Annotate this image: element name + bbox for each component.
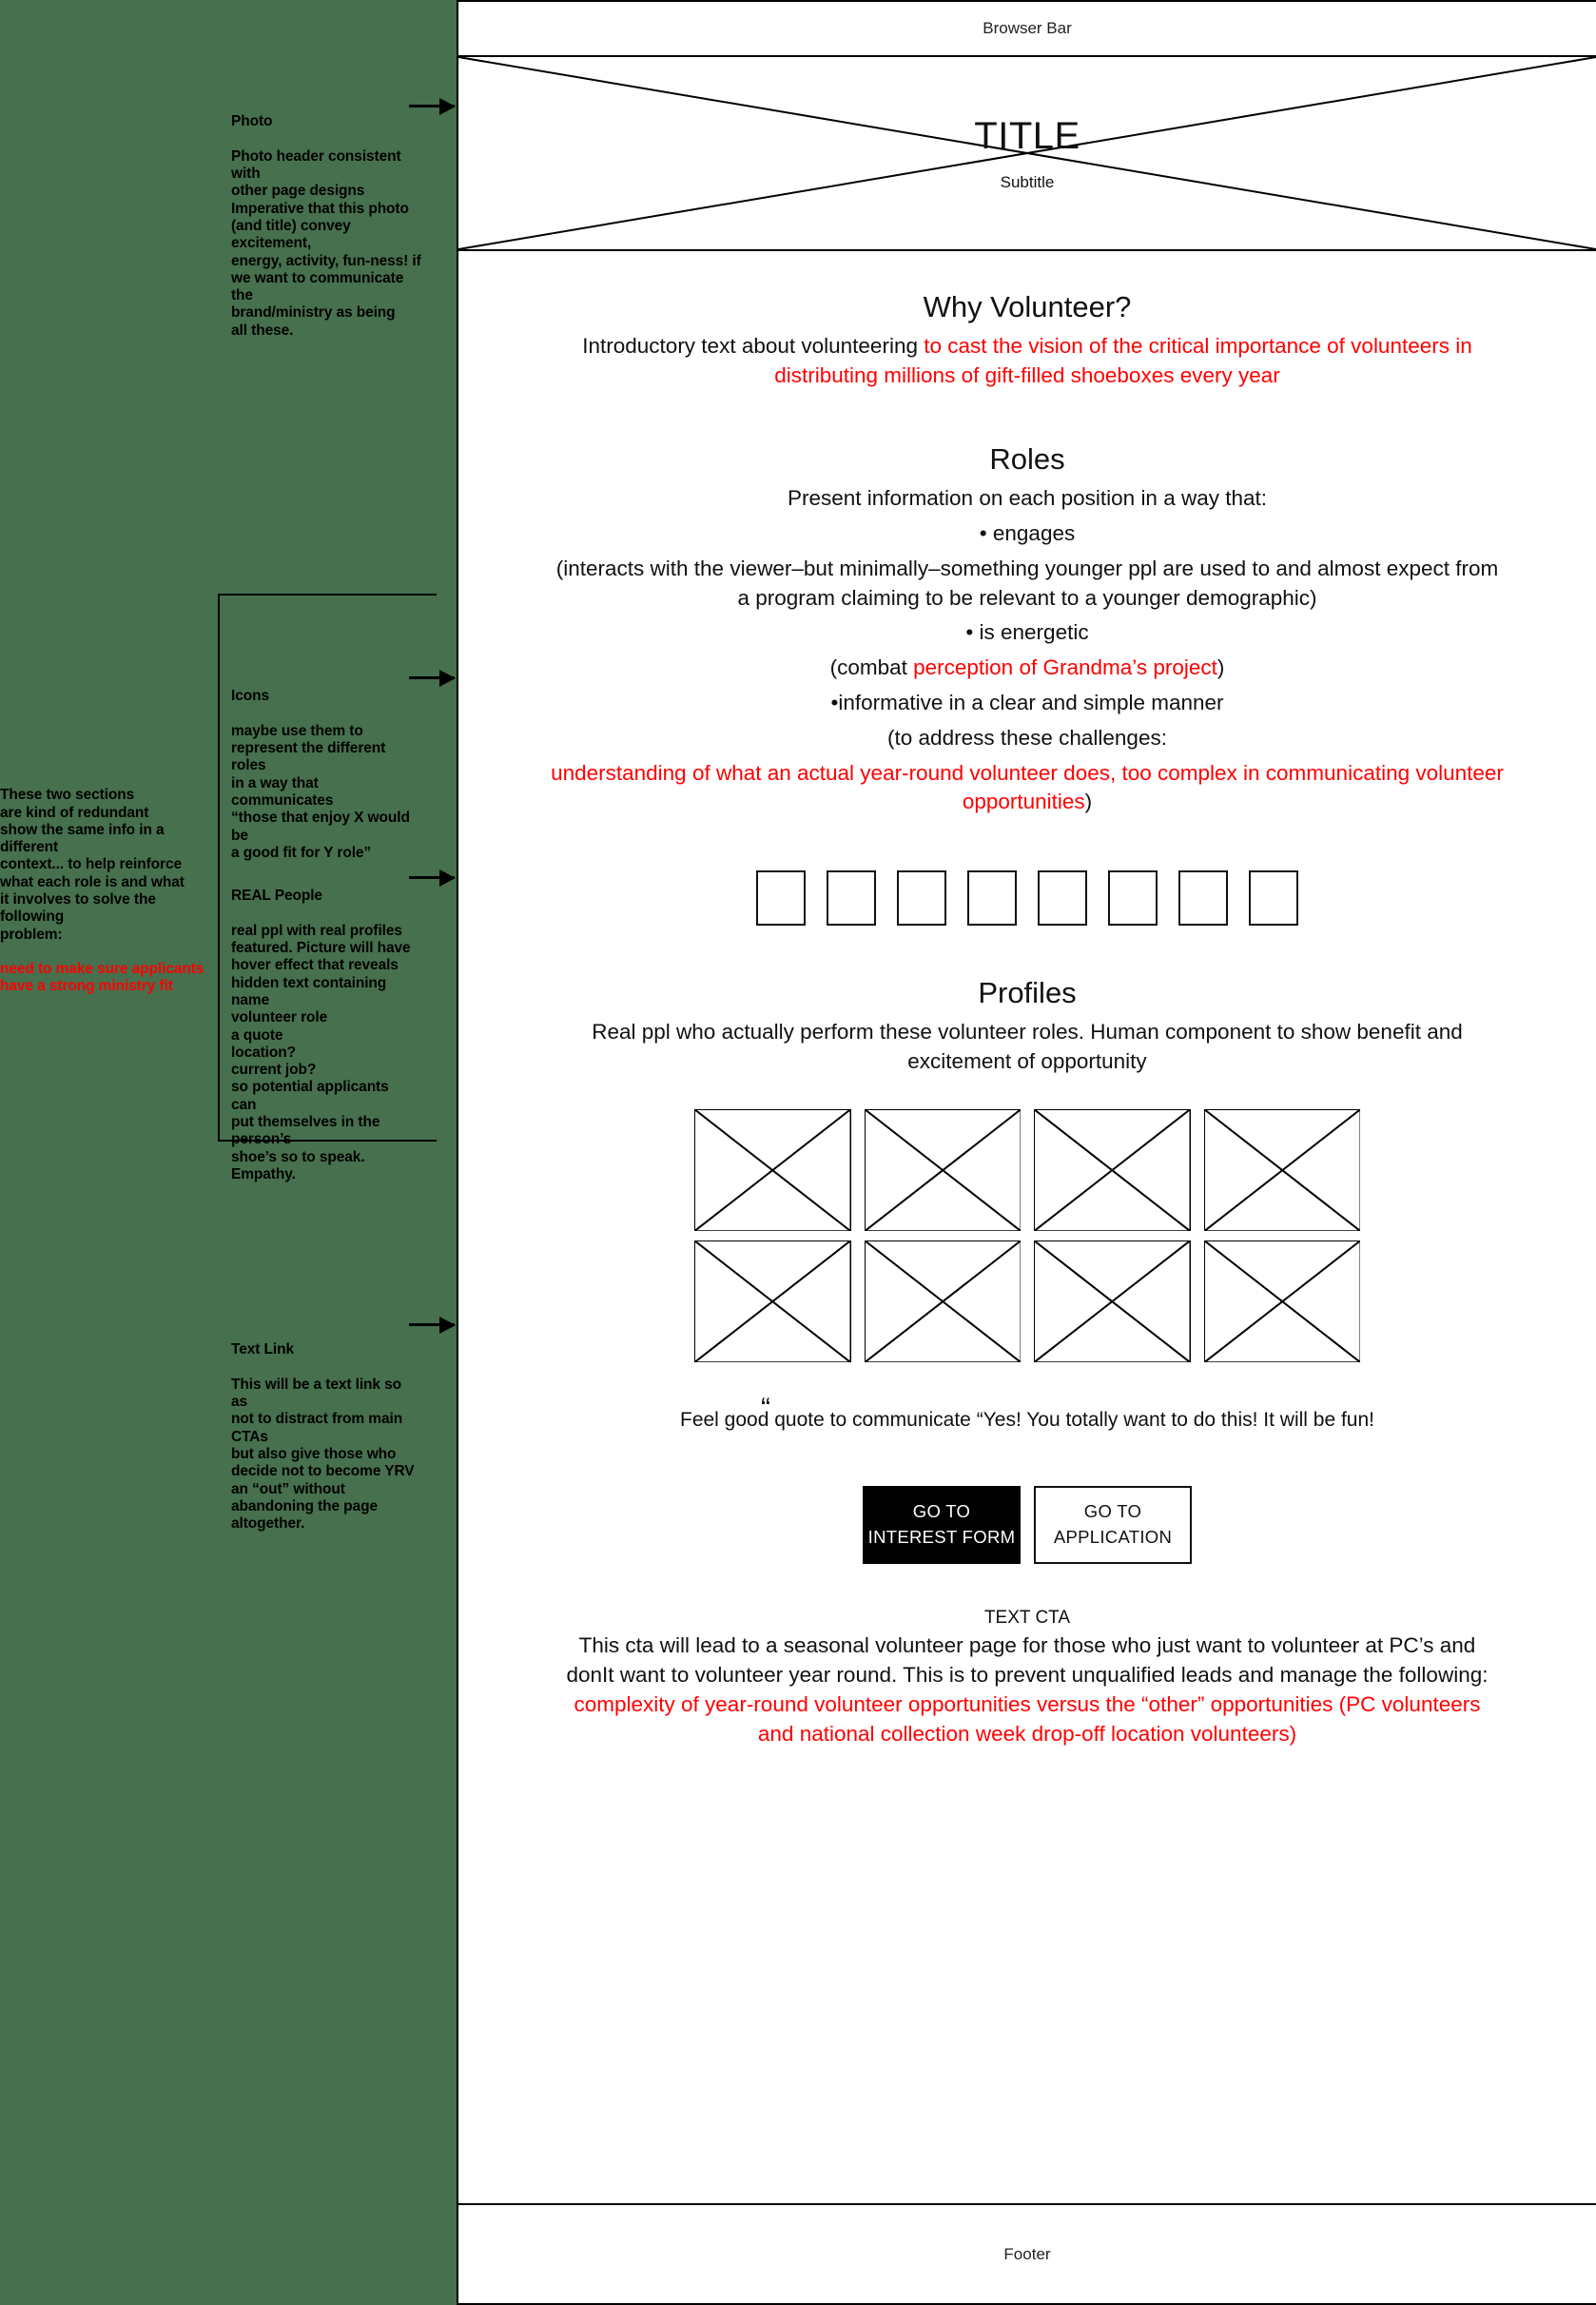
profile-image-placeholder[interactable] xyxy=(1034,1109,1191,1231)
annotation-redundant-body-highlight: need to make sure applicants have a stro… xyxy=(0,961,204,995)
annotation-real-people-body: real ppl with real profiles featured. Pi… xyxy=(231,922,411,1182)
why-volunteer-text-black: Introductory text about volunteering xyxy=(582,333,925,358)
application-label-line1: GO TO xyxy=(1083,1501,1142,1522)
annotation-real-people-heading: REAL People xyxy=(231,888,322,905)
roles-line-8-highlight: understanding of what an actual year-rou… xyxy=(551,760,1504,814)
why-volunteer-text: Introductory text about volunteering to … xyxy=(458,332,1596,391)
role-icon-box[interactable] xyxy=(1038,870,1087,927)
interest-form-label-line2: INTEREST FORM xyxy=(867,1526,1016,1547)
wireframe-canvas: Photo Photo header consistent with other… xyxy=(0,0,1596,2305)
go-to-interest-form-button[interactable]: GO TO INTEREST FORM xyxy=(863,1485,1021,1564)
footer-label: Footer xyxy=(1003,2244,1051,2263)
role-icon-box[interactable] xyxy=(967,870,1017,927)
text-cta-body[interactable]: This cta will lead to a seasonal volunte… xyxy=(554,1631,1501,1748)
profiles-heading: Profiles xyxy=(978,976,1077,1010)
role-icon-box[interactable] xyxy=(1249,870,1298,927)
application-label-line2: APPLICATION xyxy=(1053,1526,1173,1547)
annotation-real-people: REAL People real ppl with real profiles … xyxy=(231,870,417,1201)
profile-image-placeholder[interactable] xyxy=(1204,1109,1361,1231)
role-icon-box[interactable] xyxy=(756,870,806,927)
annotation-photo: Photo Photo header consistent with other… xyxy=(231,96,421,357)
interest-form-label-line1: GO TO xyxy=(912,1501,971,1522)
annotation-icons-body: maybe use them to represent the differen… xyxy=(231,722,410,861)
roles-line-5: (combat perception of Grandma’s project) xyxy=(458,654,1596,683)
roles-line-2: • engages xyxy=(979,520,1076,545)
roles-line-5-pre: (combat xyxy=(829,655,914,680)
hero-title: TITLE xyxy=(974,114,1080,157)
role-icon-box[interactable] xyxy=(1178,870,1228,927)
browser-window: Browser Bar TITLE Subtitle Why Volunteer… xyxy=(457,0,1596,2305)
profile-image-placeholder[interactable] xyxy=(694,1240,851,1362)
arrow-to-real-people xyxy=(409,876,455,879)
placeholder-cross-icon xyxy=(865,1109,1022,1231)
annotation-text-link: Text Link This will be a text link so as… xyxy=(231,1324,417,1551)
browser-bar[interactable]: Browser Bar xyxy=(458,2,1596,57)
role-icon-box[interactable] xyxy=(827,870,876,927)
annotation-redundant-sections: These two sections are kind of redundant… xyxy=(0,770,224,1013)
why-volunteer-heading: Why Volunteer? xyxy=(923,290,1132,323)
arrow-to-icons xyxy=(409,676,455,679)
annotation-redundant-body: These two sections are kind of redundant… xyxy=(0,787,185,943)
text-cta-label: TEXT CTA xyxy=(983,1607,1071,1628)
section-roles: Roles Present information on each positi… xyxy=(458,390,1596,817)
profile-image-placeholder[interactable] xyxy=(1034,1240,1191,1362)
hero-photo-placeholder: TITLE Subtitle xyxy=(458,57,1596,251)
roles-line-5-post: ) xyxy=(1216,655,1225,680)
arrow-to-photo xyxy=(409,105,455,107)
roles-line-8: understanding of what an actual year-rou… xyxy=(458,759,1596,818)
placeholder-cross-icon xyxy=(1204,1109,1361,1231)
role-icon-row xyxy=(458,870,1596,927)
annotation-icons-heading: Icons xyxy=(231,688,269,705)
hero-text-block: TITLE Subtitle xyxy=(458,57,1596,249)
roles-line-8-post: ) xyxy=(1084,790,1093,814)
profiles-text: Real ppl who actually perform these volu… xyxy=(592,1020,1463,1073)
annotation-text-link-heading: Text Link xyxy=(231,1341,294,1358)
go-to-application-button[interactable]: GO TO APPLICATION xyxy=(1034,1485,1192,1564)
role-icon-box[interactable] xyxy=(897,870,946,927)
placeholder-cross-icon xyxy=(1034,1109,1191,1231)
annotation-text-link-body: This will be a text link so as not to di… xyxy=(231,1376,415,1533)
section-why-volunteer: Why Volunteer? Introductory text about v… xyxy=(458,251,1596,390)
cta-button-row: GO TO INTEREST FORM GO TO APPLICATION xyxy=(458,1485,1596,1564)
placeholder-cross-icon xyxy=(1204,1240,1361,1362)
text-cta-body-black: This cta will lead to a seasonal volunte… xyxy=(566,1632,1489,1687)
placeholder-cross-icon xyxy=(1034,1240,1191,1362)
roles-heading: Roles xyxy=(989,442,1065,477)
profile-image-placeholder[interactable] xyxy=(694,1109,851,1231)
roles-line-3: (interacts with the viewer–but minimally… xyxy=(555,556,1499,610)
section-profiles: Profiles Real ppl who actually perform t… xyxy=(458,926,1596,1076)
annotation-photo-heading: Photo xyxy=(231,113,273,130)
quote-mark-icon: “ xyxy=(761,1393,770,1425)
roles-line-4: • is energetic xyxy=(965,620,1089,645)
profile-image-placeholder[interactable] xyxy=(1204,1240,1361,1362)
placeholder-cross-icon xyxy=(694,1240,851,1362)
role-icon-box[interactable] xyxy=(1108,870,1158,927)
roles-line-5-highlight: perception of Grandma’s project xyxy=(913,655,1217,680)
roles-line-7: (to address these challenges: xyxy=(887,725,1167,750)
section-text-cta: TEXT CTA This cta will lead to a seasona… xyxy=(458,1608,1596,1769)
roles-line-6: •informative in a clear and simple manne… xyxy=(830,691,1224,714)
placeholder-cross-icon xyxy=(865,1240,1022,1362)
roles-line-1: Present information on each position in … xyxy=(787,486,1268,511)
text-cta-body-highlight: complexity of year-round volunteer oppor… xyxy=(574,1691,1481,1746)
annotation-icons: Icons maybe use them to represent the di… xyxy=(231,671,417,879)
profile-image-placeholder[interactable] xyxy=(865,1109,1022,1231)
browser-bar-label: Browser Bar xyxy=(983,19,1072,37)
placeholder-cross-icon xyxy=(694,1109,851,1231)
page-footer: Footer xyxy=(458,2203,1596,2303)
profile-image-grid xyxy=(694,1109,1360,1363)
profile-image-placeholder[interactable] xyxy=(865,1240,1022,1362)
hero-subtitle: Subtitle xyxy=(1000,172,1055,191)
annotation-photo-body: Photo header consistent with other page … xyxy=(231,147,421,339)
arrow-to-text-link xyxy=(409,1323,455,1326)
feel-good-quote: “ Feel good quote to communicate “Yes! Y… xyxy=(458,1395,1596,1434)
